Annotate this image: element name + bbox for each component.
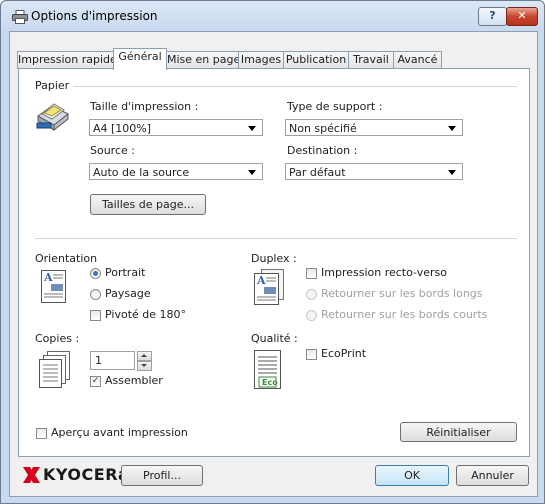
- collate-checkbox[interactable]: ✓: [90, 376, 101, 387]
- landscape-label[interactable]: Paysage: [105, 287, 151, 300]
- tab-publishing[interactable]: Publication: [283, 51, 349, 69]
- paper-group-label: Papier: [35, 79, 70, 92]
- stepper-down-icon[interactable]: [137, 361, 152, 371]
- portrait-label[interactable]: Portrait: [105, 266, 145, 279]
- duplex-pages-icon: A: [254, 269, 284, 305]
- copies-group-label: Copies :: [35, 332, 80, 345]
- duplex-label[interactable]: Impression recto-verso: [321, 266, 447, 279]
- copies-stack-icon: [39, 351, 70, 388]
- source-label: Source :: [90, 144, 135, 157]
- eco-badge: Eco: [262, 378, 278, 387]
- ecoprint-checkbox[interactable]: [306, 349, 317, 360]
- chevron-down-icon: [248, 170, 256, 175]
- reset-button[interactable]: Réinitialiser: [400, 422, 517, 442]
- destination-label: Destination :: [287, 144, 358, 157]
- profile-button[interactable]: Profil...: [121, 465, 203, 486]
- media-type-label: Type de support :: [287, 100, 383, 113]
- flip-short-edge-radio[interactable]: [306, 310, 317, 321]
- tab-job[interactable]: Travail: [348, 51, 394, 69]
- flip-long-edge-radio[interactable]: [306, 289, 317, 300]
- source-value: Auto de la source: [93, 166, 190, 179]
- copies-stepper[interactable]: [137, 351, 152, 371]
- quality-group-label: Qualité :: [251, 332, 298, 345]
- printer-icon: [12, 10, 28, 24]
- paper-group-line: [73, 86, 517, 87]
- orientation-group-label: Orientation: [35, 252, 98, 265]
- media-type-value: Non spécifié: [289, 122, 357, 135]
- close-button[interactable]: ✕: [506, 7, 538, 26]
- rotate-180-checkbox[interactable]: [90, 310, 101, 321]
- stepper-up-icon[interactable]: [137, 351, 152, 361]
- chevron-down-icon: [448, 170, 456, 175]
- landscape-radio[interactable]: [90, 289, 101, 300]
- collate-label[interactable]: Assembler: [105, 374, 163, 387]
- print-size-value: A4 [100%]: [93, 122, 152, 135]
- destination-value: Par défaut: [289, 166, 346, 179]
- tab-advanced[interactable]: Avancé: [393, 51, 442, 69]
- duplex-group-label: Duplex :: [251, 252, 297, 265]
- print-options-dialog: Options d'impression ? ✕ Impression rapi…: [0, 0, 545, 504]
- print-preview-label[interactable]: Aperçu avant impression: [51, 426, 188, 439]
- print-preview-checkbox[interactable]: [36, 428, 47, 439]
- ok-button[interactable]: OK: [375, 465, 449, 486]
- title-bar[interactable]: Options d'impression ? ✕: [1, 1, 544, 31]
- ecoprint-label[interactable]: EcoPrint: [321, 347, 366, 360]
- destination-select[interactable]: Par défaut: [285, 163, 463, 180]
- window-title: Options d'impression: [31, 9, 158, 23]
- portrait-page-icon: A: [41, 270, 66, 303]
- paper-tray-icon: [36, 103, 69, 132]
- flip-long-edge-label: Retourner sur les bords longs: [321, 287, 483, 300]
- cancel-button[interactable]: Annuler: [456, 465, 529, 486]
- page-sizes-button[interactable]: Tailles de page...: [90, 194, 206, 215]
- media-type-select[interactable]: Non spécifié: [285, 119, 463, 136]
- copies-input[interactable]: 1: [90, 351, 135, 370]
- chevron-down-icon: [248, 126, 256, 131]
- tab-images[interactable]: Images: [238, 51, 284, 69]
- print-size-label: Taille d'impression :: [90, 100, 199, 113]
- kyocera-logo-icon: [23, 467, 40, 483]
- svg-text:A: A: [256, 274, 266, 287]
- chevron-down-icon: [448, 126, 456, 131]
- print-size-select[interactable]: A4 [100%]: [89, 119, 263, 136]
- portrait-radio[interactable]: [90, 268, 101, 279]
- flip-short-edge-label: Retourner sur les bords courts: [321, 308, 488, 321]
- svg-text:A: A: [43, 271, 53, 284]
- tab-quick-print[interactable]: Impression rapide: [17, 51, 117, 69]
- duplex-checkbox[interactable]: [306, 268, 317, 279]
- tab-layout[interactable]: Mise en page: [166, 51, 240, 69]
- tab-general[interactable]: Général: [113, 48, 167, 70]
- kyocera-logo-text: KYOCERa: [43, 465, 130, 484]
- section-separator: [35, 238, 517, 239]
- rotate-180-label[interactable]: Pivoté de 180°: [105, 308, 186, 321]
- source-select[interactable]: Auto de la source: [89, 163, 263, 180]
- help-button[interactable]: ?: [478, 7, 507, 26]
